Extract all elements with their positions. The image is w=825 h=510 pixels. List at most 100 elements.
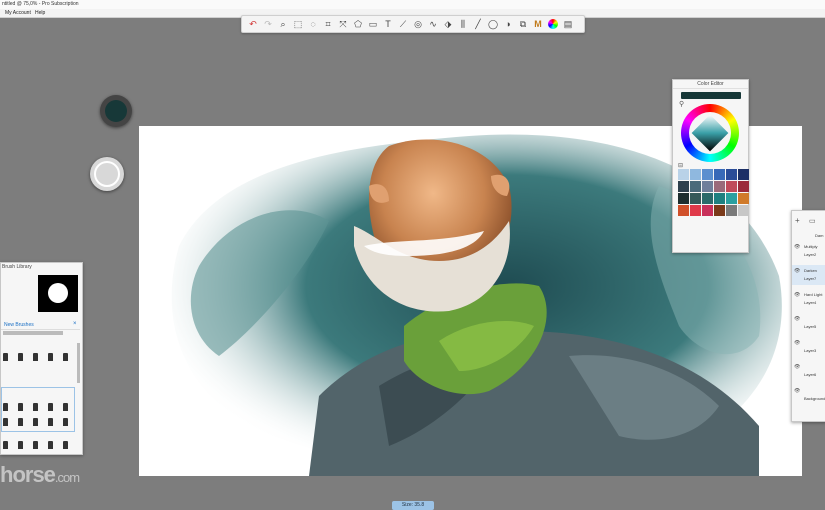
- brush-icon[interactable]: [18, 403, 23, 411]
- visibility-icon[interactable]: 👁: [794, 316, 800, 322]
- color-swatch[interactable]: [702, 169, 713, 180]
- visibility-icon[interactable]: 👁: [794, 364, 800, 370]
- symmetry-icon[interactable]: ⫼: [456, 17, 470, 31]
- color-swatch[interactable]: [714, 181, 725, 192]
- color-swatch[interactable]: [714, 193, 725, 204]
- ellipse-guide-icon[interactable]: ◎: [411, 17, 425, 31]
- brush-icon[interactable]: [48, 418, 53, 426]
- text-icon[interactable]: T: [381, 17, 395, 31]
- stroke-icon[interactable]: ╱: [471, 17, 485, 31]
- distort-icon[interactable]: ⬠: [351, 17, 365, 31]
- brush-icon[interactable]: [63, 441, 68, 449]
- close-icon[interactable]: ×: [73, 321, 77, 327]
- brush-set-header[interactable]: New Brushes ×: [1, 321, 80, 330]
- visibility-icon[interactable]: 👁: [794, 268, 800, 274]
- color-swatch[interactable]: [690, 193, 701, 204]
- color-swatch[interactable]: [678, 169, 689, 180]
- brush-row-2[interactable]: [3, 403, 68, 411]
- brush-icon[interactable]: [48, 441, 53, 449]
- select-icon[interactable]: ⬚: [291, 17, 305, 31]
- color-swatch[interactable]: [738, 205, 749, 216]
- window-title: ntitled @ 75,0% - Pro Subscription: [2, 1, 79, 7]
- transform-box-icon[interactable]: ▭: [366, 17, 380, 31]
- visibility-icon[interactable]: 👁: [794, 244, 800, 250]
- brush-icon[interactable]: [33, 353, 38, 361]
- redo-icon[interactable]: ↷: [261, 17, 275, 31]
- color-swatch[interactable]: [702, 205, 713, 216]
- visibility-icon[interactable]: 👁: [794, 292, 800, 298]
- layer-name: Layer3: [804, 348, 817, 353]
- brush-icon[interactable]: [63, 403, 68, 411]
- transform-icon[interactable]: ⤧: [336, 17, 350, 31]
- fill-icon[interactable]: ◑: [501, 17, 515, 31]
- brush-row-3[interactable]: [3, 418, 68, 426]
- brush-icon[interactable]: [63, 353, 68, 361]
- color-swatch[interactable]: [702, 181, 713, 192]
- brush-icon[interactable]: [3, 418, 8, 426]
- layer-row[interactable]: 👁 Multiply Layer2: [792, 241, 825, 261]
- brush-icon[interactable]: [3, 353, 8, 361]
- brush-icon[interactable]: [18, 353, 23, 361]
- title-bar: ntitled @ 75,0% - Pro Subscription: [0, 0, 825, 9]
- layer-row[interactable]: 👁 Layer3: [792, 337, 825, 357]
- flip-icon[interactable]: ⧉: [516, 17, 530, 31]
- visibility-icon[interactable]: 👁: [794, 340, 800, 346]
- color-swatch[interactable]: [714, 169, 725, 180]
- color-swatch[interactable]: [678, 193, 689, 204]
- brush-icon[interactable]: [33, 441, 38, 449]
- brush-icon[interactable]: [48, 403, 53, 411]
- color-swatch[interactable]: [714, 205, 725, 216]
- add-layer-icon[interactable]: +: [795, 216, 800, 225]
- brush-icon[interactable]: [3, 441, 8, 449]
- layer-row[interactable]: 👁 Hard Light Layer4: [792, 289, 825, 309]
- color-wheel-icon[interactable]: [548, 19, 558, 29]
- brush-icon[interactable]: [63, 418, 68, 426]
- lock-icon[interactable]: ⊟: [678, 162, 683, 169]
- color-swatch[interactable]: [738, 193, 749, 204]
- lasso-icon[interactable]: ◌: [306, 17, 320, 31]
- layer-row[interactable]: 👁 Darken Layer7: [792, 265, 825, 285]
- color-swatch[interactable]: [690, 205, 701, 216]
- layers-icon[interactable]: ▤: [561, 17, 575, 31]
- layer-row[interactable]: 👁 Layer5: [792, 313, 825, 333]
- color-swatch[interactable]: [690, 181, 701, 192]
- brush-icon[interactable]: [18, 441, 23, 449]
- layer-row[interactable]: 👁 Layer6: [792, 361, 825, 381]
- brush-row-4[interactable]: [3, 441, 68, 449]
- brush-icon[interactable]: [18, 418, 23, 426]
- layer-tab[interactable]: Dam: [815, 233, 823, 238]
- menu-my-account[interactable]: My Account: [5, 10, 31, 16]
- brush-list-scrollbar[interactable]: [77, 343, 80, 383]
- crop-icon[interactable]: ⌗: [321, 17, 335, 31]
- brush-library-icon[interactable]: M: [531, 17, 545, 31]
- color-swatch[interactable]: [726, 169, 737, 180]
- color-swatch[interactable]: [726, 205, 737, 216]
- color-swatch[interactable]: [738, 169, 749, 180]
- shape-icon[interactable]: ◯: [486, 17, 500, 31]
- layer-group-icon[interactable]: ▭: [809, 217, 816, 225]
- layer-row[interactable]: 👁 Background: [792, 385, 825, 405]
- ruler-icon[interactable]: ⟋: [396, 17, 410, 31]
- brush-puck[interactable]: [90, 157, 124, 191]
- color-swatch[interactable]: [678, 181, 689, 192]
- color-swatch[interactable]: [690, 169, 701, 180]
- color-puck[interactable]: [100, 95, 132, 127]
- color-swatch[interactable]: [738, 181, 749, 192]
- color-swatch[interactable]: [678, 205, 689, 216]
- color-wheel[interactable]: [681, 104, 739, 162]
- brush-icon[interactable]: [33, 403, 38, 411]
- eyedropper-icon[interactable]: ⚲: [679, 100, 684, 108]
- color-swatch[interactable]: [726, 181, 737, 192]
- zoom-icon[interactable]: ⌕: [276, 17, 290, 31]
- brush-icon[interactable]: [48, 353, 53, 361]
- undo-icon[interactable]: ↶: [246, 17, 260, 31]
- visibility-icon[interactable]: 👁: [794, 388, 800, 394]
- menu-help[interactable]: Help: [35, 10, 45, 16]
- french-curve-icon[interactable]: ∿: [426, 17, 440, 31]
- brush-icon[interactable]: [33, 418, 38, 426]
- color-swatch[interactable]: [702, 193, 713, 204]
- perspective-icon[interactable]: ⬗: [441, 17, 455, 31]
- brush-icon[interactable]: [3, 403, 8, 411]
- color-swatch[interactable]: [726, 193, 737, 204]
- brush-row-1[interactable]: [3, 353, 68, 361]
